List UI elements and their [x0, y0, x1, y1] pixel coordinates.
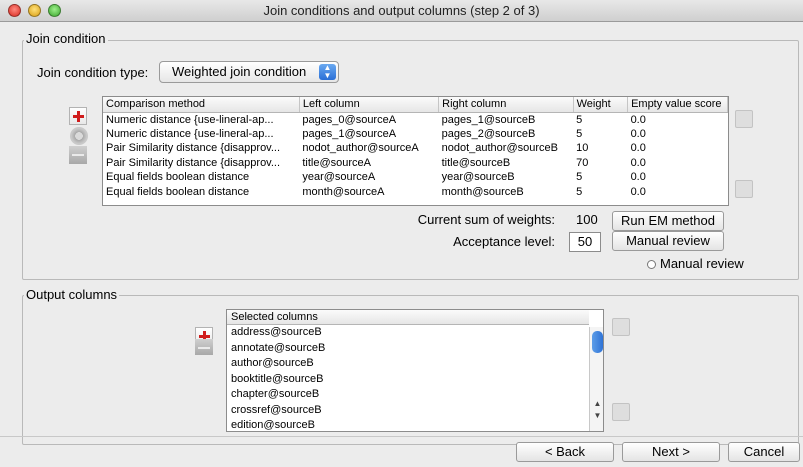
- acceptance-level-field[interactable]: 50: [569, 232, 601, 252]
- list-item[interactable]: crossref@sourceB: [227, 403, 603, 419]
- table-cell: month@sourceA: [302, 185, 385, 198]
- window-titlebar: Join conditions and output columns (step…: [0, 0, 803, 22]
- table-cell: 5: [576, 171, 583, 184]
- table-row[interactable]: Pair Similarity distance {disapprov... t…: [103, 156, 728, 171]
- table-cell: 0.0: [630, 142, 646, 155]
- table-cell: Numeric distance {use-lineral-ap...: [106, 127, 274, 140]
- manual-review-button[interactable]: Manual review: [612, 231, 724, 251]
- join-condition-type-select[interactable]: Weighted join condition ▲ ▼: [159, 61, 339, 83]
- join-conditions-table: Comparison method Left column Right colu…: [102, 96, 729, 206]
- columns-scrollbar[interactable]: ▲ ▼: [589, 327, 603, 431]
- table-cell: 5: [576, 127, 583, 140]
- join-condition-type-label: Join condition type:: [37, 65, 149, 80]
- sum-of-weights-value: 100: [576, 212, 598, 227]
- table-cell: month@sourceB: [441, 185, 524, 198]
- list-item[interactable]: annotate@sourceB: [227, 341, 603, 357]
- run-em-method-button[interactable]: Run EM method: [612, 211, 724, 231]
- back-button[interactable]: < Back: [516, 442, 614, 462]
- table-cell: 0.0: [630, 127, 646, 140]
- move-down-column-button[interactable]: [612, 403, 630, 421]
- radio-circle-icon: [647, 260, 656, 269]
- table-cell: 0.0: [630, 113, 646, 126]
- table-row[interactable]: Equal fields boolean distance month@sour…: [103, 185, 728, 200]
- cancel-button[interactable]: Cancel: [728, 442, 800, 462]
- list-item[interactable]: author@sourceB: [227, 356, 603, 372]
- table-cell: Pair Similarity distance {disapprov...: [106, 156, 281, 169]
- table-cell: pages_2@sourceB: [441, 127, 536, 140]
- table-cell: title@sourceB: [441, 156, 511, 169]
- remove-column-button[interactable]: [195, 339, 213, 355]
- manual-review-radio[interactable]: Manual review: [647, 256, 744, 271]
- join-condition-legend: Join condition: [24, 31, 108, 46]
- select-stepper-icon: ▲ ▼: [319, 64, 336, 80]
- scroll-up-icon[interactable]: ▲: [592, 399, 603, 409]
- table-cell: 0.0: [630, 171, 646, 184]
- selected-columns-header[interactable]: Selected columns: [227, 310, 589, 325]
- table-cell: pages_0@sourceA: [302, 113, 397, 126]
- acceptance-level-label: Acceptance level:: [453, 234, 555, 249]
- table-row[interactable]: Numeric distance {use-lineral-ap... page…: [103, 127, 728, 142]
- table-cell: nodot_author@sourceA: [302, 142, 419, 155]
- table-cell: year@sourceB: [441, 171, 515, 184]
- scroll-down-icon[interactable]: ▼: [592, 411, 603, 421]
- close-window-icon[interactable]: [8, 4, 21, 17]
- table-cell: 70: [576, 156, 589, 169]
- table-row[interactable]: Numeric distance {use-lineral-ap... page…: [103, 112, 728, 127]
- column-header[interactable]: Weight: [573, 97, 629, 113]
- column-header[interactable]: Left column: [299, 97, 440, 113]
- column-header[interactable]: Comparison method: [103, 97, 300, 113]
- footer-divider: [0, 436, 803, 437]
- move-up-column-button[interactable]: [612, 318, 630, 336]
- list-item[interactable]: chapter@sourceB: [227, 387, 603, 403]
- table-cell: Pair Similarity distance {disapprov...: [106, 142, 281, 155]
- selected-columns-list: Selected columns address@sourceB annotat…: [226, 309, 604, 432]
- column-header[interactable]: Empty value score: [627, 97, 728, 113]
- column-header[interactable]: Right column: [438, 97, 574, 113]
- list-item[interactable]: address@sourceB: [227, 325, 603, 341]
- remove-condition-button[interactable]: [69, 146, 87, 164]
- table-cell: Numeric distance {use-lineral-ap...: [106, 113, 274, 126]
- table-cell: pages_1@sourceA: [302, 127, 397, 140]
- list-item[interactable]: edition@sourceB: [227, 418, 603, 431]
- table-cell: 0.0: [630, 185, 646, 198]
- gear-icon[interactable]: [70, 127, 88, 145]
- window-title: Join conditions and output columns (step…: [263, 3, 540, 18]
- join-condition-type-value: Weighted join condition: [172, 64, 307, 79]
- table-cell: 10: [576, 142, 589, 155]
- table-cell: 0.0: [630, 156, 646, 169]
- next-button[interactable]: Next >: [622, 442, 720, 462]
- table-cell: Equal fields boolean distance: [106, 171, 250, 184]
- table-cell: title@sourceA: [302, 156, 371, 169]
- scrollbar-thumb[interactable]: [592, 331, 603, 353]
- list-item[interactable]: booktitle@sourceB: [227, 372, 603, 388]
- table-row[interactable]: Pair Similarity distance {disapprov... n…: [103, 141, 728, 156]
- move-down-condition-button[interactable]: [735, 180, 753, 198]
- manual-review-radio-label: Manual review: [660, 256, 744, 271]
- zoom-window-icon[interactable]: [48, 4, 61, 17]
- minimize-window-icon[interactable]: [28, 4, 41, 17]
- add-condition-button[interactable]: [69, 107, 87, 125]
- table-cell: nodot_author@sourceB: [441, 142, 558, 155]
- table-cell: pages_1@sourceB: [441, 113, 536, 126]
- join-table-header: Comparison method Left column Right colu…: [103, 97, 728, 113]
- output-columns-legend: Output columns: [24, 287, 120, 302]
- table-cell: 5: [576, 185, 583, 198]
- table-row[interactable]: Equal fields boolean distance year@sourc…: [103, 170, 728, 185]
- sum-of-weights-label: Current sum of weights:: [417, 212, 555, 227]
- move-up-condition-button[interactable]: [735, 110, 753, 128]
- table-cell: 5: [576, 113, 583, 126]
- table-cell: year@sourceA: [302, 171, 376, 184]
- table-cell: Equal fields boolean distance: [106, 185, 250, 198]
